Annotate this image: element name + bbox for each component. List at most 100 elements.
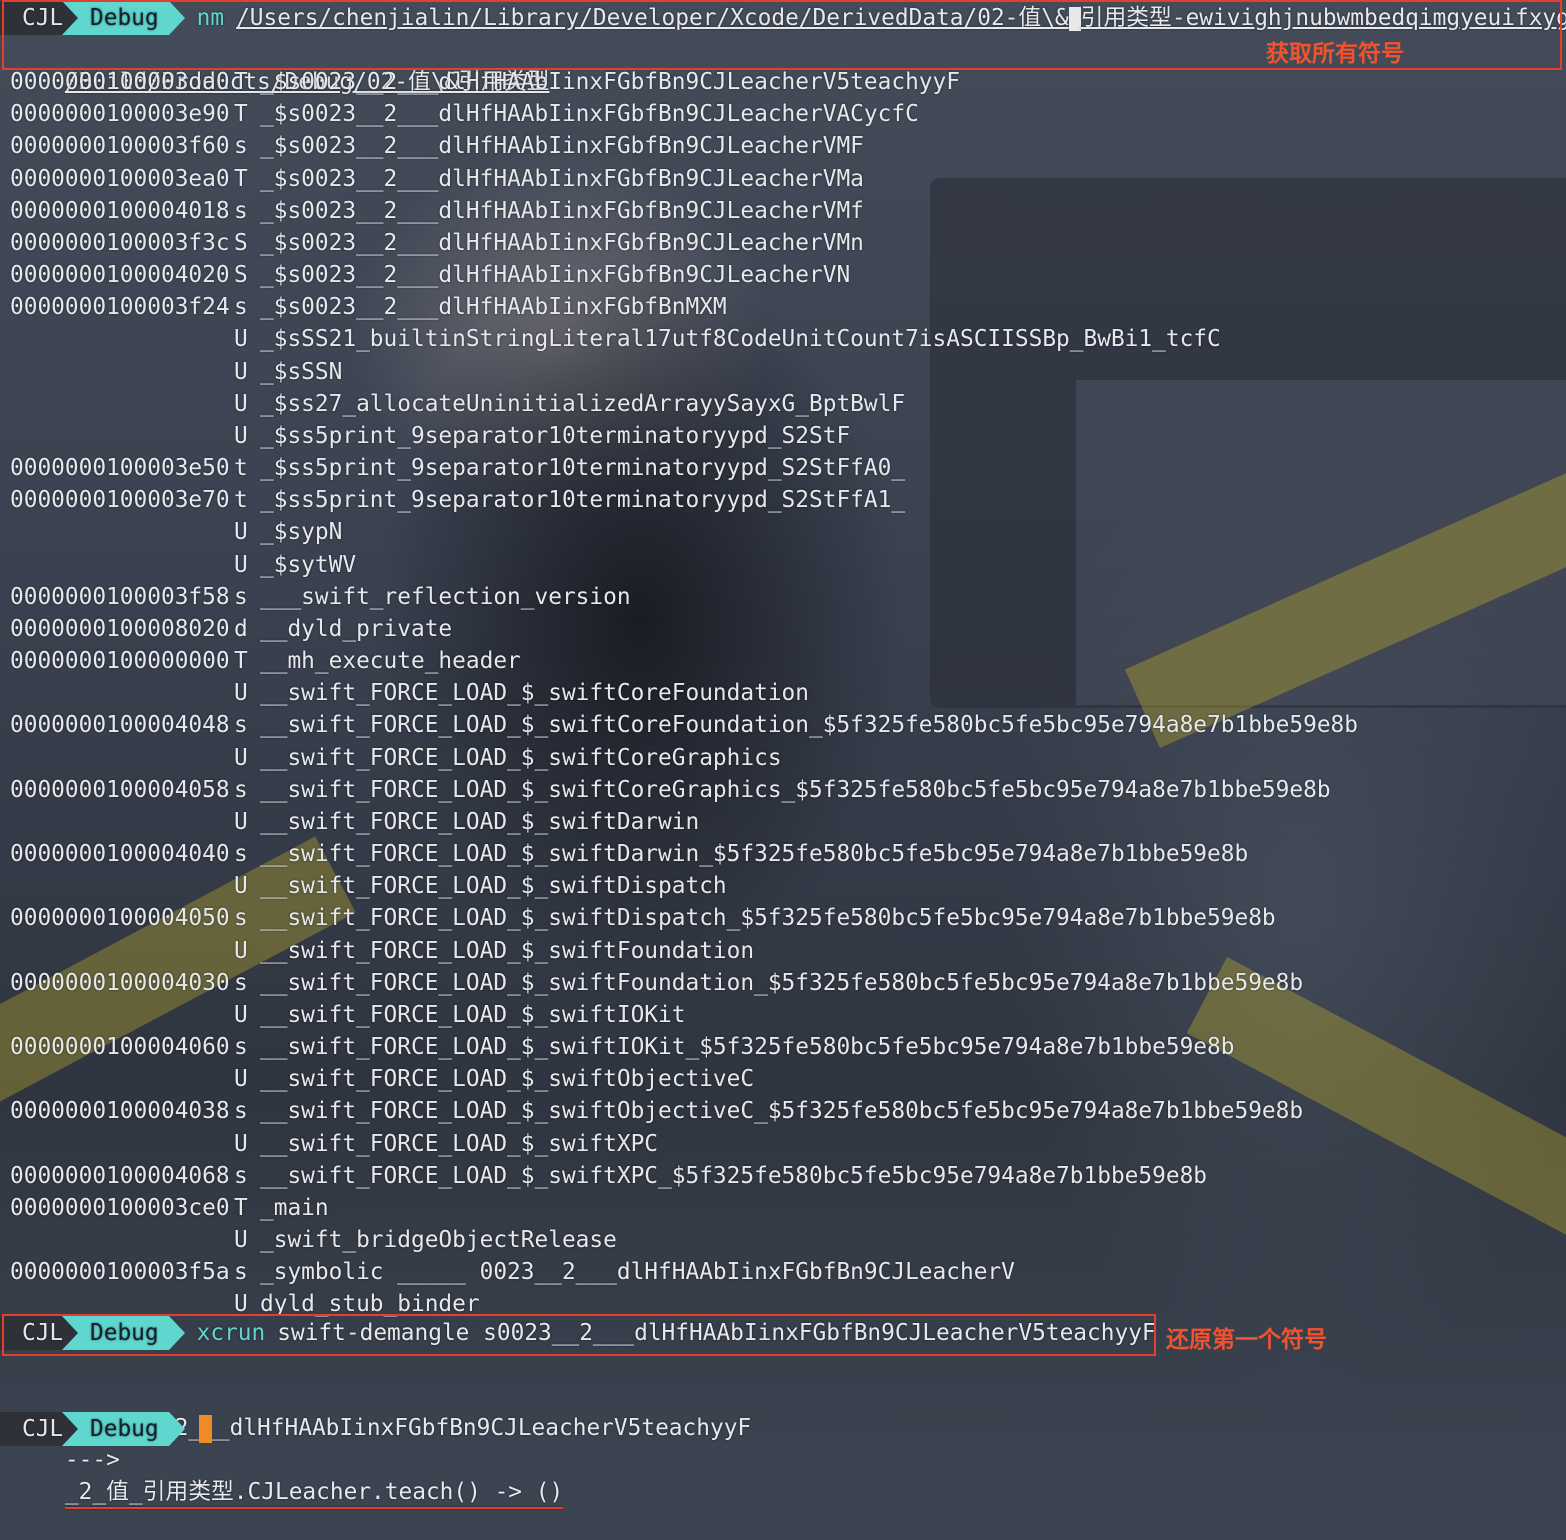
symbol-type: s — [234, 1098, 248, 1125]
symbol-address: 0000000100004030 — [10, 969, 230, 996]
symbol-row: 0000000100004068 s __swift_FORCE_LOAD_$_sw… — [10, 1160, 1207, 1192]
terminal-window[interactable]: CJL Debug nm /Users/chenjialin/Library/D… — [0, 0, 1566, 1505]
symbol-type: s — [234, 294, 248, 321]
symbol-type: s — [234, 841, 248, 868]
symbol-name: _$s0023__2___dlHfHAAbIinxFGbfBn9CJLeache… — [260, 69, 960, 95]
symbol-address: 0000000100000000 — [10, 648, 230, 675]
symbol-type: U — [234, 1066, 248, 1093]
terminal-cursor[interactable] — [198, 1415, 212, 1443]
symbol-name: __swift_FORCE_LOAD_$_swiftDarwin_$5f325f… — [260, 841, 1249, 868]
symbol-row: 0000000100004050 s __swift_FORCE_LOAD_$_sw… — [10, 902, 1276, 934]
symbol-row: U _swift_bridgeObjectRelease — [10, 1224, 617, 1256]
symbol-address: 0000000100003f3c — [10, 229, 230, 256]
symbol-name: _main — [260, 1194, 329, 1221]
symbol-name: __swift_FORCE_LOAD_$_swiftDispatch — [260, 873, 727, 900]
symbol-type: U — [234, 744, 248, 771]
symbol-name: __swift_FORCE_LOAD_$_swiftCoreFoundation — [260, 680, 809, 707]
symbol-type: S — [234, 229, 248, 256]
symbol-name: _$s0023__2___dlHfHAAbIinxFGbfBn9CJLeache… — [260, 197, 864, 224]
symbol-address: 0000000100003e50 — [10, 455, 230, 482]
symbol-type: U — [234, 358, 248, 385]
command-name: xcrun — [196, 1320, 266, 1346]
symbol-row: 0000000100003f24 s _$s0023__2___dlHfHAAbIi… — [10, 291, 727, 323]
symbol-type: U — [234, 873, 248, 900]
symbol-name: _$ss5print_9separator10terminatoryypd_S2… — [260, 455, 906, 482]
symbol-name: _$s0023__2___dlHfHAAbIinxFGbfBn9CJLeache… — [260, 165, 864, 192]
symbol-address: 0000000100004038 — [10, 1098, 230, 1125]
symbol-type: U — [234, 680, 248, 707]
symbol-address: 0000000100003e90 — [10, 101, 230, 128]
symbol-row: U _$sSSN — [10, 356, 342, 388]
symbol-type: U — [234, 937, 248, 964]
symbol-type: U — [234, 390, 248, 417]
symbol-name: __swift_FORCE_LOAD_$_swiftCoreFoundation… — [260, 712, 1358, 739]
symbol-row: U __swift_FORCE_LOAD_$_swiftCoreFoundatio… — [10, 677, 809, 709]
symbol-name: __swift_FORCE_LOAD_$_swiftObjectiveC — [260, 1066, 755, 1093]
symbol-address: 0000000100003f58 — [10, 583, 230, 610]
symbol-row: 0000000100003e90 T _$s0023__2___dlHfHAAbIi… — [10, 98, 919, 130]
symbol-address: 0000000100004020 — [10, 262, 230, 289]
symbol-name: __dyld_private — [260, 615, 453, 642]
symbol-name: __mh_execute_header — [260, 648, 521, 675]
symbol-name: _$ss5print_9separator10terminatoryypd_S2… — [260, 487, 906, 514]
symbol-type: t — [234, 455, 248, 482]
symbol-name: _$ss5print_9separator10terminatoryypd_S2… — [260, 422, 851, 449]
symbol-name: _$sypN — [260, 519, 343, 546]
symbol-address: 0000000100003f5a — [10, 1259, 230, 1286]
symbol-row: 0000000100004038 s __swift_FORCE_LOAD_$_sw… — [10, 1095, 1303, 1127]
symbol-address: 0000000100004060 — [10, 1034, 230, 1061]
command-path: /Users/chenjialin/Library/Developer/Xcod… — [236, 1, 1566, 35]
demangle-command-line[interactable]: CJL Debug xcrun swift-demangle s0023__2_… — [0, 1316, 1156, 1350]
demangle-output-line: $s0023__2___dlHfHAAbIinxFGbfBn9CJLeacher… — [10, 1380, 751, 1505]
symbol-type: s — [234, 712, 248, 739]
symbol-row: U __swift_FORCE_LOAD_$_swiftFoundation — [10, 935, 754, 967]
demangled-symbol: _2_值_引用类型.CJLeacher.teach() -> () — [64, 1479, 564, 1505]
symbol-address: 0000000100003e70 — [10, 487, 230, 514]
symbol-row: U __swift_FORCE_LOAD_$_swiftDispatch — [10, 870, 727, 902]
symbol-type: U — [234, 1227, 248, 1254]
annotation-restore-first: 还原第一个符号 — [1166, 1327, 1327, 1353]
prompt-arrow-icon — [168, 1412, 185, 1446]
symbol-type: U — [234, 422, 248, 449]
symbol-address: 0000000100008020 — [10, 615, 230, 642]
symbol-row: U _$ss5print_9separator10terminatoryypd_S… — [10, 420, 850, 452]
symbol-row: 0000000100003e50 t _$ss5print_9separator10… — [10, 452, 905, 484]
symbol-row: 0000000100004030 s __swift_FORCE_LOAD_$_sw… — [10, 967, 1303, 999]
symbol-name: _$s0023__2___dlHfHAAbIinxFGbfBn9CJLeache… — [260, 133, 864, 160]
symbol-address: 0000000100003ce0 — [10, 1194, 230, 1221]
symbol-type: U — [234, 808, 248, 835]
symbol-name: dyld_stub_binder — [260, 1291, 480, 1318]
symbol-name: _swift_bridgeObjectRelease — [260, 1227, 617, 1254]
symbol-name: __swift_FORCE_LOAD_$_swiftDarwin — [260, 808, 700, 835]
symbol-row: 0000000100003f58 s ___swift_reflection_ver… — [10, 581, 631, 613]
symbol-name: __swift_FORCE_LOAD_$_swiftObjectiveC_$5f… — [260, 1098, 1304, 1125]
symbol-address: 0000000100004018 — [10, 197, 230, 224]
command-args: swift-demangle s0023__2___dlHfHAAbIinxFG… — [277, 1320, 1156, 1346]
symbol-row: 0000000100003f5a s _symbolic _____ 0023__2… — [10, 1256, 1015, 1288]
symbol-name: __swift_FORCE_LOAD_$_swiftCoreGraphics_$… — [260, 776, 1331, 803]
symbol-type: T — [234, 648, 248, 675]
symbol-row: U _$sSS21_builtinStringLiteral17utf8CodeU… — [10, 323, 1221, 355]
prompt-user: CJL — [0, 1, 63, 35]
symbol-row: 0000000100003f60 s _$s0023__2___dlHfHAAbIi… — [10, 130, 864, 162]
symbol-type: s — [234, 133, 248, 160]
symbol-row: 0000000100003ea0 T _$s0023__2___dlHfHAAbIi… — [10, 163, 864, 195]
symbol-type: s — [234, 969, 248, 996]
symbol-address: 0000000100004068 — [10, 1162, 230, 1189]
symbol-row: 0000000100008020 d __dyld_private — [10, 613, 452, 645]
symbol-name: _$ss27_allocateUninitializedArrayySayxG_… — [260, 390, 906, 417]
symbol-name: __swift_FORCE_LOAD_$_swiftFoundation_$5f… — [260, 969, 1304, 996]
prompt-arrow-icon — [168, 1, 185, 35]
annotation-get-symbols: 获取所有符号 — [1266, 41, 1404, 67]
current-prompt-line[interactable]: CJL Debug — [0, 1412, 212, 1446]
symbol-address: 0000000100003da0 — [10, 69, 230, 95]
symbol-type: S — [234, 262, 248, 289]
symbol-row: 0000000100003f3c S _$s0023__2___dlHfHAAbIi… — [10, 227, 864, 259]
nm-command-line[interactable]: CJL Debug nm /Users/chenjialin/Library/D… — [0, 1, 1566, 35]
symbol-address: 0000000100003f24 — [10, 294, 230, 321]
symbol-name: __swift_FORCE_LOAD_$_swiftFoundation — [260, 937, 755, 964]
path-part-2: 引用类型-ewivighjnubwmbedqimgyeuifxyg — [1080, 5, 1566, 31]
symbol-name: _$sytWV — [260, 551, 357, 578]
symbol-type: d — [234, 615, 248, 642]
symbol-name: _$sSS21_builtinStringLiteral17utf8CodeUn… — [260, 326, 1221, 353]
